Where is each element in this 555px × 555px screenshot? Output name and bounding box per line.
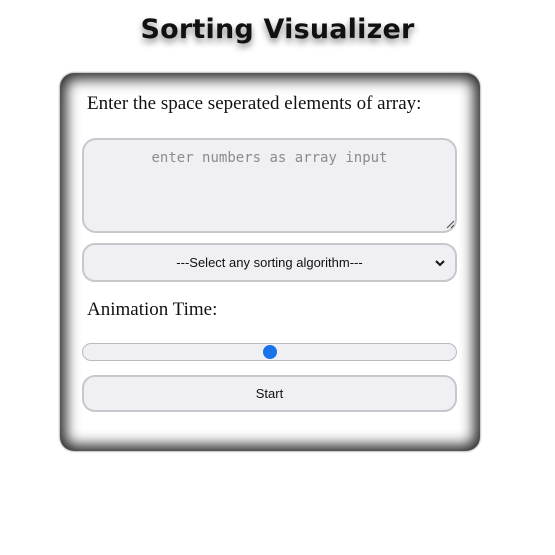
page: Sorting Visualizer Enter the space seper… bbox=[0, 0, 555, 555]
array-input[interactable] bbox=[82, 138, 457, 233]
array-input-label: Enter the space seperated elements of ar… bbox=[87, 93, 422, 114]
animation-time-label: Animation Time: bbox=[87, 299, 218, 320]
chevron-down-icon bbox=[435, 260, 445, 267]
page-title: Sorting Visualizer bbox=[140, 14, 415, 45]
sorting-algorithm-select-value: ---Select any sorting algorithm--- bbox=[176, 255, 363, 270]
start-button[interactable]: Start bbox=[82, 375, 457, 412]
form-card: Enter the space seperated elements of ar… bbox=[60, 73, 480, 451]
slider-thumb[interactable] bbox=[262, 345, 277, 359]
animation-time-slider[interactable] bbox=[82, 343, 457, 361]
sorting-algorithm-select[interactable]: ---Select any sorting algorithm--- bbox=[82, 243, 457, 282]
